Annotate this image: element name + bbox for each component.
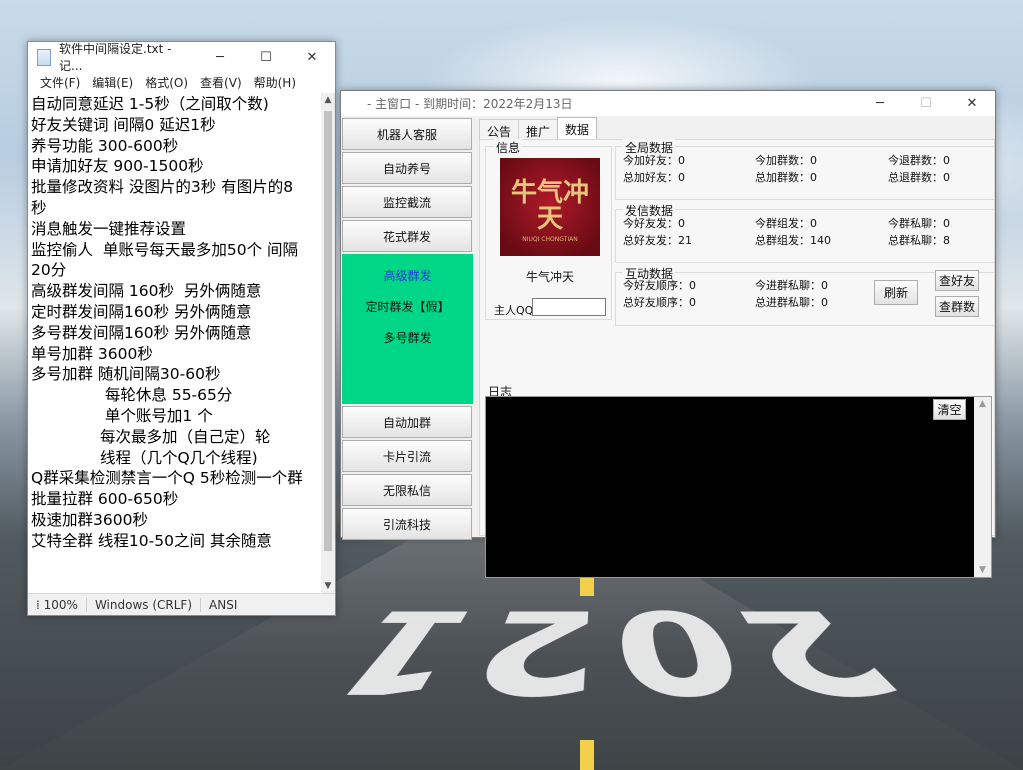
sidebar-button[interactable]: 自动加群: [342, 406, 472, 438]
refresh-button[interactable]: 刷新: [874, 280, 918, 305]
app-title: - 主窗口 - 到期时间：2022年2月13日: [341, 95, 857, 112]
notepad-menu-item[interactable]: 帮助(H): [248, 74, 302, 91]
text-line: 极速加群3600秒: [31, 510, 318, 531]
text-line: 多号加群 随机间隔30-60秒: [31, 364, 318, 385]
stat-value: 今好友发：0: [623, 215, 685, 231]
notepad-menu-item[interactable]: 查看(V): [194, 74, 248, 91]
check-groups-button[interactable]: 查群数: [935, 296, 979, 317]
sidebar-button[interactable]: 卡片引流: [342, 440, 472, 472]
text-line: 秒: [31, 198, 318, 219]
notepad-text-area[interactable]: 自动同意延迟 1-5秒（之间取个数) 好友关键词 间隔0 延迟1秒 养号功能 300…: [28, 93, 321, 593]
text-line: 艾特全群 线程10-50之间 其余随意: [31, 531, 318, 552]
text-line: 批量修改资料 没图片的3秒 有图片的8: [31, 177, 318, 198]
scroll-down-icon[interactable]: ▼: [974, 565, 991, 575]
stat-value: 今加群数：0: [755, 152, 817, 168]
notepad-menu-item[interactable]: 格式(O): [139, 74, 194, 91]
text-line: 多号群发间隔160秒 另外俩随意: [31, 323, 318, 344]
stat-value: 总群私聊：8: [888, 232, 950, 248]
scroll-thumb[interactable]: [324, 111, 332, 551]
status-zoom: ⁞ 100%: [28, 598, 87, 612]
stat-value: 总退群数：0: [888, 169, 950, 185]
stat-value: 总进群私聊：0: [755, 294, 828, 310]
text-line: 定时群发间隔160秒 另外俩随意: [31, 302, 318, 323]
log-scrollbar[interactable]: ▲ ▼: [974, 397, 991, 577]
notepad-menu-item[interactable]: 文件(F): [34, 74, 86, 91]
sidebar-button[interactable]: 自动养号: [342, 152, 472, 184]
text-line: Q群采集检测禁言一个Q 5秒检测一个群: [31, 468, 318, 489]
text-line: 批量拉群 600-650秒: [31, 489, 318, 510]
lane-mark: [580, 740, 594, 770]
account-name: 牛气冲天: [500, 268, 600, 285]
sidebar-button[interactable]: 花式群发: [342, 220, 472, 252]
text-line: 监控偷人 单账号每天最多加50个 间隔: [31, 240, 318, 261]
text-line: 高级群发间隔 160秒 另外俩随意: [31, 281, 318, 302]
minimize-button[interactable]: ─: [197, 42, 243, 72]
text-line: 每次最多加（自己定）轮: [31, 427, 318, 448]
group-send-item[interactable]: 定时群发【假】: [342, 291, 473, 322]
text-line: 申请加好友 900-1500秒: [31, 156, 318, 177]
check-friends-button[interactable]: 查好友: [935, 270, 979, 291]
zoom-value: 100%: [44, 598, 78, 612]
group-send-item[interactable]: 多号群发: [342, 322, 473, 353]
notepad-icon: [37, 49, 51, 66]
stat-value: 总加好友：0: [623, 169, 685, 185]
group-send-item[interactable]: 高级群发: [342, 260, 473, 291]
text-line: 好友关键词 间隔0 延迟1秒: [31, 115, 318, 136]
text-line: 线程（几个Q几个线程): [31, 448, 318, 469]
status-encoding: ANSI: [201, 598, 245, 612]
notepad-menubar: 文件(F) 编辑(E) 格式(O) 查看(V) 帮助(H): [28, 72, 335, 92]
owner-qq-input[interactable]: [532, 298, 606, 316]
sidebar-button[interactable]: 无限私信: [342, 474, 472, 506]
stat-value: 今退群数：0: [888, 152, 950, 168]
scroll-up-icon[interactable]: ▲: [974, 399, 991, 409]
text-line: 养号功能 300-600秒: [31, 136, 318, 157]
text-line: 20分: [31, 260, 318, 281]
maximize-button[interactable]: ☐: [903, 91, 949, 116]
app-titlebar[interactable]: - 主窗口 - 到期时间：2022年2月13日 ─ ☐ ✕: [341, 91, 995, 116]
avatar-image: 牛气冲天 NIUQI CHONGTIAN: [500, 158, 600, 256]
minimize-button[interactable]: ─: [857, 91, 903, 116]
stat-value: 今群私聊：0: [888, 215, 950, 231]
scroll-down-icon[interactable]: ▼: [321, 581, 335, 591]
stat-value: 总加群数：0: [755, 169, 817, 185]
text-line: 单号加群 3600秒: [31, 344, 318, 365]
log-output[interactable]: 清空 ▲ ▼: [485, 396, 992, 578]
sidebar-button[interactable]: 监控截流: [342, 186, 472, 218]
notepad-statusbar: ⁞ 100% Windows (CRLF) ANSI: [28, 593, 335, 615]
notepad-scrollbar[interactable]: ▲ ▼: [321, 93, 335, 593]
notepad-title: 软件中间隔设定.txt - 记...: [59, 40, 197, 74]
notepad-titlebar[interactable]: 软件中间隔设定.txt - 记... ─ ☐ ✕: [28, 42, 335, 72]
status-eol: Windows (CRLF): [87, 598, 201, 612]
maximize-button[interactable]: ☐: [243, 42, 289, 72]
stat-value: 总好友顺序：0: [623, 294, 696, 310]
stat-value: 今群组发：0: [755, 215, 817, 231]
sidebar: 机器人客服 自动养号 监控截流 花式群发 高级群发 定时群发【假】 多号群发 自动加群 卡片引流…: [342, 118, 473, 542]
stat-value: 总好友发：21: [623, 232, 692, 248]
group-send-panel: 高级群发 定时群发【假】 多号群发: [342, 254, 473, 404]
main-app-window: - 主窗口 - 到期时间：2022年2月13日 ─ ☐ ✕ 机器人客服 自动养号监…: [340, 90, 996, 538]
notepad-menu-item[interactable]: 编辑(E): [86, 74, 139, 91]
text-line: 消息触发一键推荐设置: [31, 219, 318, 240]
logo-subtext: NIUQI CHONGTIAN: [500, 236, 600, 243]
close-button[interactable]: ✕: [949, 91, 995, 116]
logo-text: 牛气冲天: [500, 180, 600, 232]
owner-qq-label: 主人QQ: [494, 302, 533, 318]
stat-value: 总群组发：140: [755, 232, 831, 248]
close-button[interactable]: ✕: [289, 42, 335, 72]
clear-log-button[interactable]: 清空: [933, 399, 966, 420]
stat-value: 今加好友：0: [623, 152, 685, 168]
notepad-window: 软件中间隔设定.txt - 记... ─ ☐ ✕ 文件(F) 编辑(E) 格式(O)…: [27, 41, 336, 616]
stat-value: 今好友顺序：0: [623, 277, 696, 293]
scroll-up-icon[interactable]: ▲: [321, 95, 335, 105]
stat-value: 今进群私聊：0: [755, 277, 828, 293]
sidebar-button[interactable]: 机器人客服: [342, 118, 472, 150]
sidebar-button[interactable]: 引流科技: [342, 508, 472, 540]
text-line: 单个账号加1 个: [31, 406, 318, 427]
data-tab-page: 信息 牛气冲天 NIUQI CHONGTIAN 牛气冲天 主人QQ 全局数据 发…: [479, 139, 995, 536]
info-group-label: 信息: [494, 139, 522, 156]
text-line: 自动同意延迟 1-5秒（之间取个数): [31, 94, 318, 115]
text-line: 每轮休息 55-65分: [31, 385, 318, 406]
